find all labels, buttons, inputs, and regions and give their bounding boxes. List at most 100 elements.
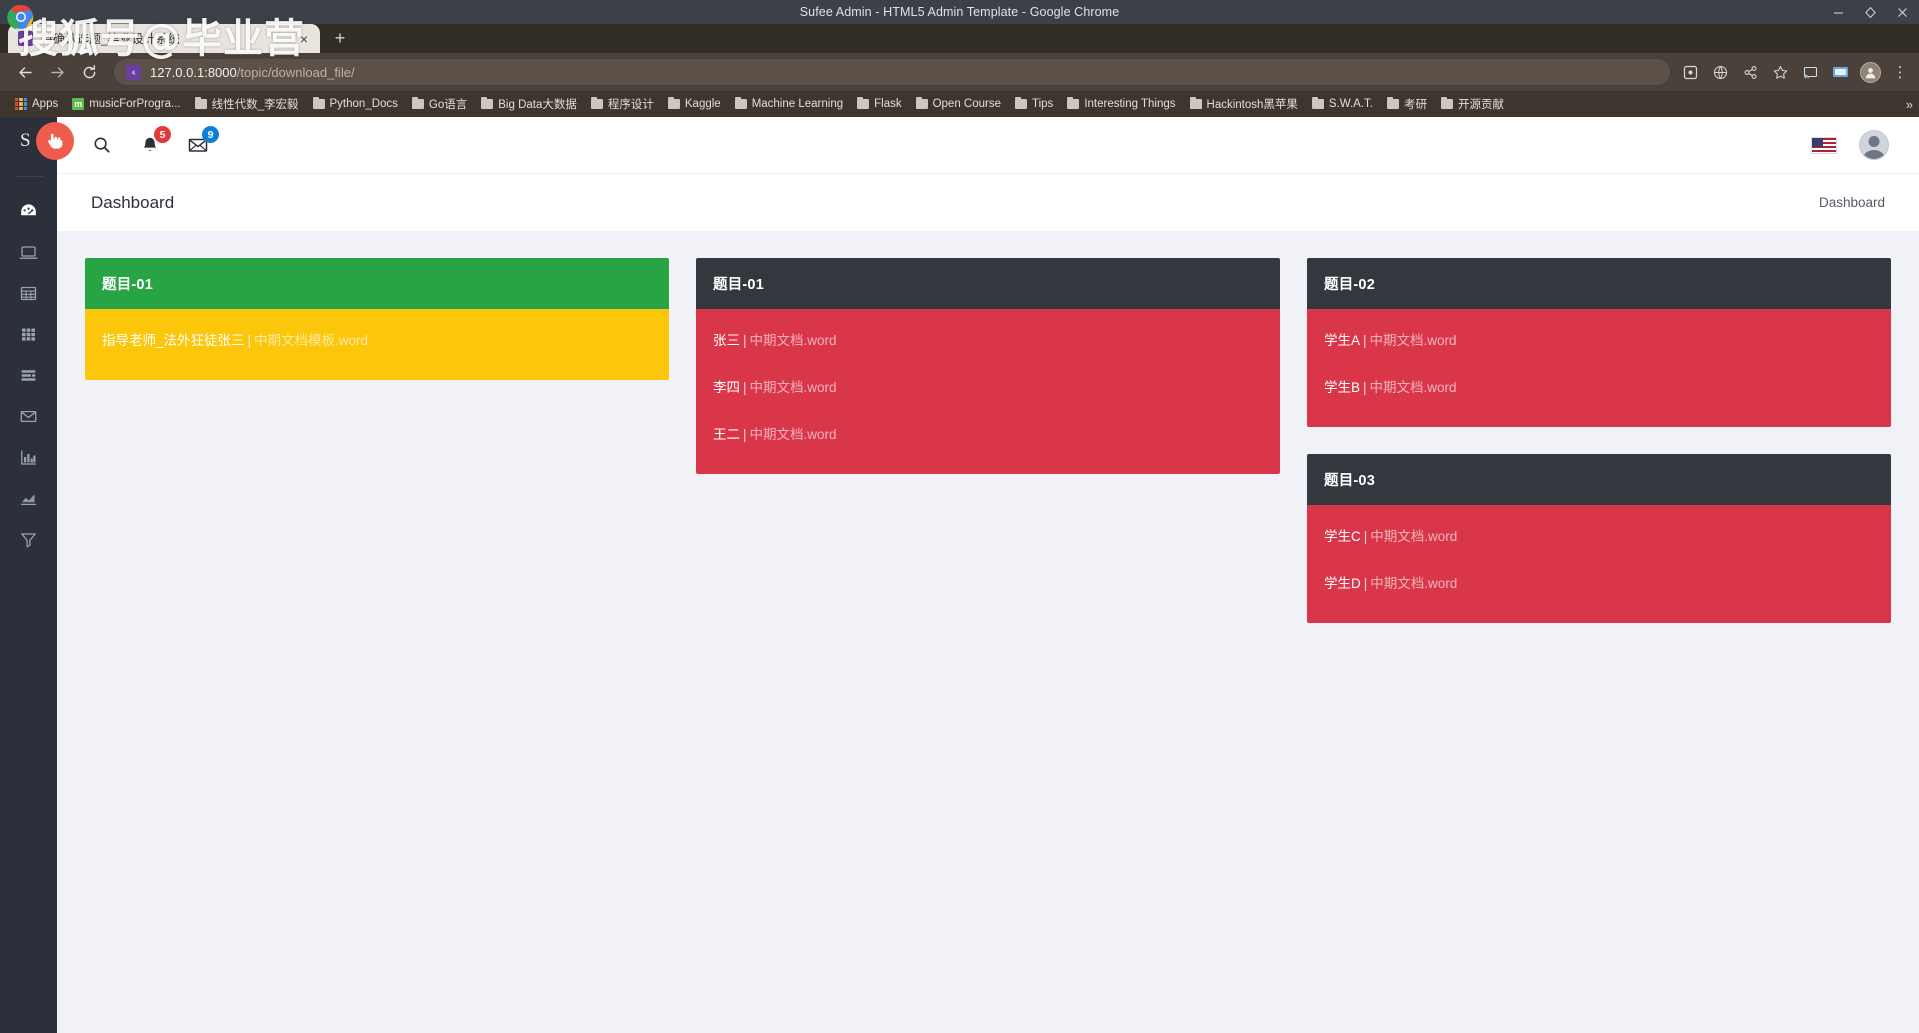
folder-icon [411, 97, 424, 109]
window-controls [1832, 0, 1909, 24]
bookmark-label: Kaggle [684, 98, 721, 110]
messages-envelope-icon[interactable]: 9 [187, 126, 219, 156]
browser-tab[interactable]: dj 待确认选题_毕业设计系统 × [8, 24, 320, 53]
bookmark-label: Big Data大数据 [498, 99, 577, 111]
topic-card: 题目-02 学生A | 中期文档.word 学生B | 中期文档.word [1307, 258, 1891, 427]
person-name: 学生C [1324, 529, 1361, 544]
bookmark-label: Machine Learning [751, 98, 844, 110]
app-topbar: 5 9 [57, 117, 1919, 174]
file-name[interactable]: 中期文档.word [1370, 576, 1457, 591]
document-row[interactable]: 学生A | 中期文档.word [1324, 315, 1874, 362]
page-header: Dashboard Dashboard [57, 174, 1919, 231]
user-avatar[interactable] [1859, 130, 1889, 160]
chrome-window: Sufee Admin - HTML5 Admin Template - Goo… [0, 0, 1919, 1033]
separator: | [1363, 333, 1367, 348]
file-name[interactable]: 中期文档.word [750, 333, 837, 348]
bookmark-program-design[interactable]: 程序设计 [584, 94, 661, 114]
notifications-bell-icon[interactable]: 5 [139, 126, 171, 156]
screen-icon[interactable] [1830, 62, 1850, 82]
sidebar-item-apps[interactable] [0, 314, 57, 355]
file-name[interactable]: 中期文档.word [1370, 333, 1457, 348]
bookmark-bigdata[interactable]: Big Data大数据 [474, 94, 584, 114]
search-icon[interactable] [91, 134, 113, 156]
reload-icon[interactable] [74, 57, 104, 87]
bookmark-kaggle[interactable]: Kaggle [661, 96, 728, 112]
back-icon[interactable] [10, 57, 40, 87]
url-path: /topic/download_file/ [236, 64, 355, 80]
bookmark-kaoyan[interactable]: 考研 [1380, 94, 1434, 114]
sidebar-item-mailbox[interactable] [0, 396, 57, 437]
close-icon[interactable]: × [296, 31, 312, 47]
translate-icon[interactable] [1710, 62, 1730, 82]
document-row[interactable]: 张三 | 中期文档.word [713, 315, 1263, 362]
sidebar-item-tables[interactable] [0, 273, 57, 314]
bookmark-tips[interactable]: Tips [1008, 96, 1060, 112]
minimize-icon[interactable] [1832, 6, 1845, 19]
file-name[interactable]: 中期文档.word [750, 380, 837, 395]
django-favicon: dj [18, 31, 33, 46]
file-name[interactable]: 中期文档.word [750, 427, 837, 442]
file-name[interactable]: 中期文档.word [1370, 529, 1457, 544]
bookmark-linear-algebra[interactable]: 线性代数_李宏毅 [188, 94, 306, 114]
document-row[interactable]: 学生B | 中期文档.word [1324, 362, 1874, 409]
bookmark-python-docs[interactable]: Python_Docs [306, 96, 405, 112]
separator: | [1363, 380, 1367, 395]
page-icon: dj [126, 64, 141, 80]
bookmark-apps[interactable]: Apps [8, 96, 65, 112]
messages-badge: 9 [202, 126, 219, 143]
person-name: 李四 [713, 380, 740, 395]
forward-icon[interactable] [42, 57, 72, 87]
bookmark-machine-learning[interactable]: Machine Learning [728, 96, 850, 112]
folder-icon [1015, 97, 1027, 109]
separator: | [247, 333, 252, 348]
bookmark-open-course[interactable]: Open Course [909, 96, 1008, 112]
bookmark-interesting-things[interactable]: Interesting Things [1060, 96, 1182, 112]
cards-column-1: 题目-01 指导老师_法外狂徒张三 | 中期文档模板.word [85, 258, 669, 380]
topbar-right [1811, 130, 1889, 160]
table-grid-icon [20, 286, 37, 301]
sidebar-item-analytics[interactable] [0, 478, 57, 519]
bookmark-hackintosh[interactable]: Hackintosh黑苹果 [1183, 94, 1305, 114]
bookmark-star-icon[interactable] [1770, 62, 1790, 82]
bookmark-opensource[interactable]: 开源贡献 [1434, 94, 1511, 114]
file-name[interactable]: 中期文档模板.word [254, 333, 368, 348]
chrome-menu-icon[interactable]: ⋮ [1891, 65, 1909, 80]
forms-list-icon [21, 370, 36, 381]
new-tab-button[interactable]: + [326, 24, 354, 52]
file-name[interactable]: 中期文档.word [1370, 380, 1457, 395]
bookmark-flask[interactable]: Flask [850, 96, 908, 112]
breadcrumb[interactable]: Dashboard [1819, 195, 1885, 210]
sidebar-item-dashboard[interactable] [0, 191, 57, 232]
sidebar-item-ui-elements[interactable] [0, 232, 57, 273]
share-icon[interactable] [1740, 62, 1760, 82]
music-icon: m [72, 98, 85, 110]
bookmarks-overflow-icon[interactable]: » [1906, 97, 1913, 112]
document-row[interactable]: 指导老师_法外狂徒张三 | 中期文档模板.word [102, 315, 652, 362]
address-bar[interactable]: dj 127.0.0.1:8000/topic/download_file/ [114, 59, 1670, 85]
bookmark-swat[interactable]: S.W.A.T. [1305, 96, 1380, 112]
bookmark-label: Go语言 [428, 99, 468, 111]
chrome-profile-avatar[interactable] [1860, 61, 1881, 83]
bookmark-label: Tips [1032, 98, 1054, 110]
maximize-icon[interactable] [1864, 6, 1877, 19]
bookmark-label: 线性代数_李宏毅 [211, 99, 299, 111]
sidebar-item-forms[interactable] [0, 355, 57, 396]
person-name: 学生B [1324, 380, 1361, 395]
person-name: 张三 [713, 333, 740, 348]
extension-icon[interactable] [1680, 62, 1700, 82]
bookmark-music[interactable]: m musicForProgra... [65, 96, 187, 112]
document-row[interactable]: 李四 | 中期文档.word [713, 362, 1263, 409]
bookmarks-bar: Apps m musicForProgra... 线性代数_李宏毅 Python… [0, 91, 1919, 117]
close-icon[interactable] [1896, 6, 1909, 19]
folder-icon [312, 97, 325, 109]
folder-icon [857, 97, 870, 109]
bookmark-golang[interactable]: Go语言 [405, 94, 474, 114]
document-row[interactable]: 学生C | 中期文档.word [1324, 511, 1874, 558]
tab-title: 待确认选题_毕业设计系统 [41, 32, 180, 46]
sidebar-item-filters[interactable] [0, 519, 57, 560]
sidebar-item-charts[interactable] [0, 437, 57, 478]
us-flag-icon[interactable] [1811, 136, 1837, 154]
document-row[interactable]: 王二 | 中期文档.word [713, 409, 1263, 456]
document-row[interactable]: 学生D | 中期文档.word [1324, 558, 1874, 605]
chromecast-icon[interactable] [1800, 62, 1820, 82]
